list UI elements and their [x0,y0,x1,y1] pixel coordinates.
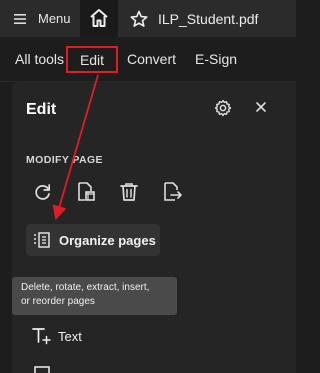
star-icon[interactable] [130,10,148,28]
tools-toolbar: All tools Edit Convert E-Sign [0,37,296,82]
organize-pages-icon [34,232,50,248]
extract-page-icon[interactable] [161,181,183,203]
tooltip-line-1: Delete, rotate, extract, insert, [21,282,150,293]
edit-panel: Edit MODIFY PAGE Organize pages Delete, … [12,82,296,373]
add-image-tool[interactable] [34,366,50,373]
menu-label: Menu [38,11,71,26]
hamburger-icon [14,13,26,24]
tab-all-tools[interactable]: All tools [15,51,64,67]
tab-esign[interactable]: E-Sign [195,51,237,67]
document-tab[interactable]: ILP_Student.pdf [118,0,296,37]
panel-title: Edit [26,101,57,118]
tab-edit[interactable]: Edit [66,46,118,73]
section-label: MODIFY PAGE [26,154,103,166]
add-text-tool[interactable]: Text [32,327,82,345]
organize-pages-tooltip: Delete, rotate, extract, insert, or reor… [12,277,177,315]
home-icon [90,9,108,27]
image-icon [34,366,50,373]
tooltip-line-2: or reorder pages [21,296,95,307]
organize-pages-label: Organize pages [59,232,156,248]
close-icon[interactable] [255,101,267,113]
trash-icon[interactable] [118,181,140,203]
add-text-icon [32,328,51,345]
crop-page-icon[interactable] [75,181,97,203]
gear-icon[interactable] [214,99,232,117]
menu-button[interactable]: Menu [0,0,80,37]
document-tab-title: ILP_Student.pdf [158,10,259,27]
organize-pages-button[interactable]: Organize pages [26,224,160,256]
tab-edit-label: Edit [79,51,105,68]
tab-convert[interactable]: Convert [127,51,176,67]
title-bar: Menu ILP_Student.pdf [0,0,296,37]
rotate-icon[interactable] [32,181,54,203]
add-text-label: Text [58,328,82,344]
home-button[interactable] [88,7,110,29]
